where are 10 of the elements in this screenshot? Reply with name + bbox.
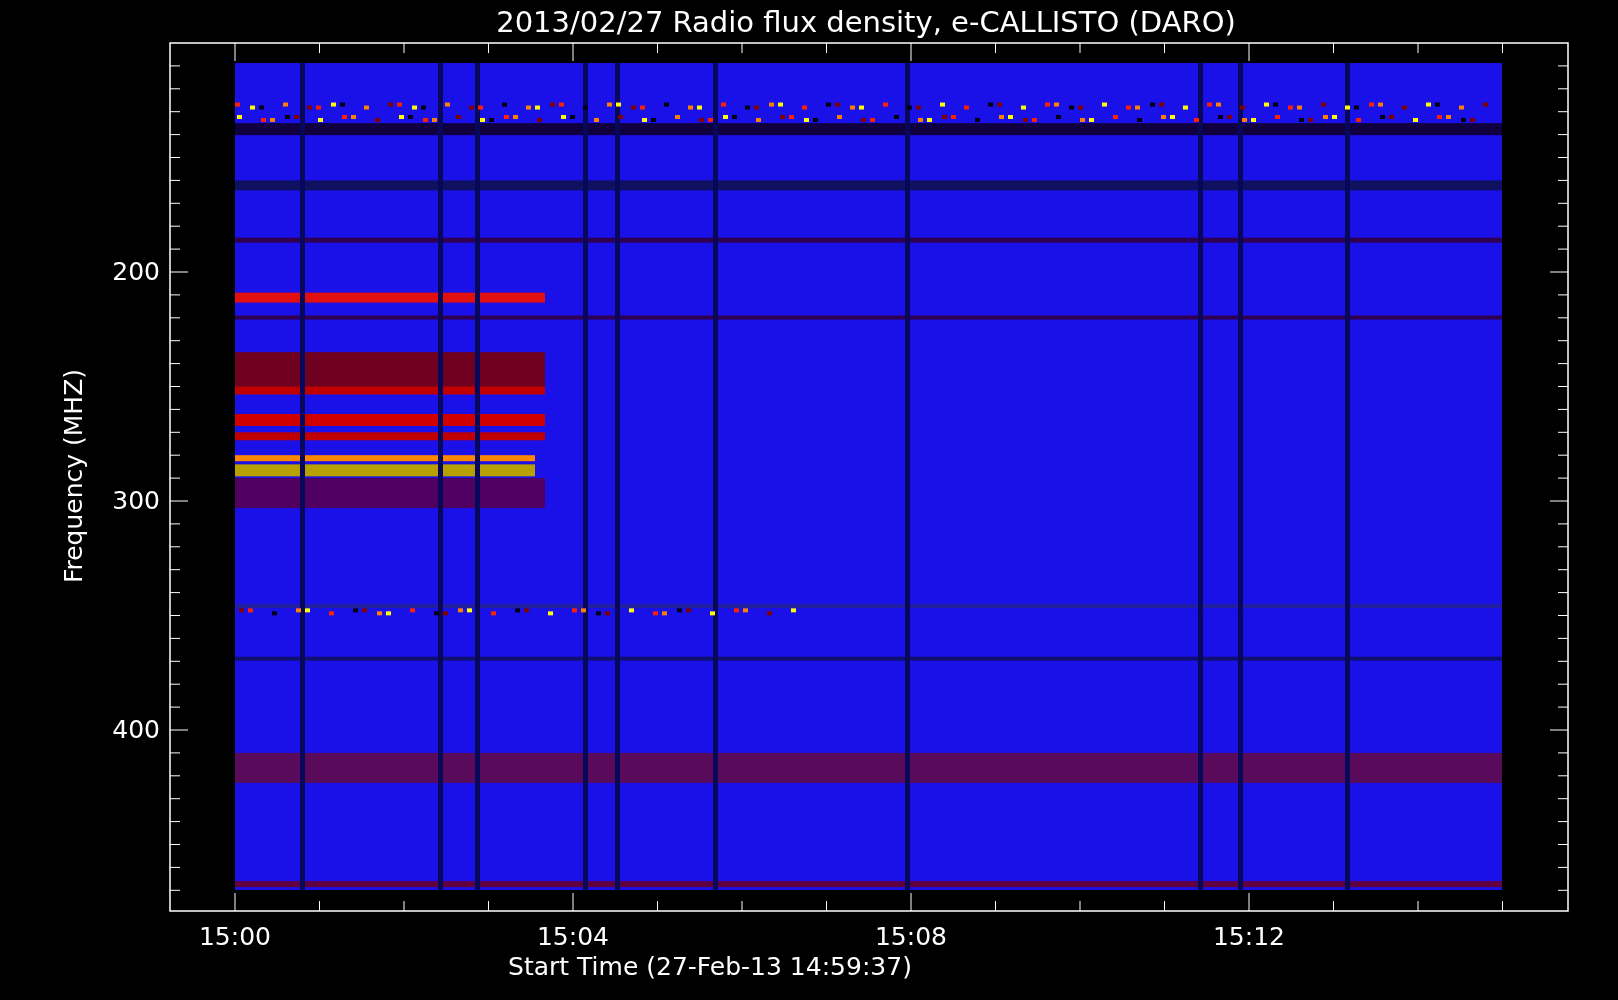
x-tick-label: 15:04: [537, 922, 609, 951]
x-tick-label: 15:12: [1213, 922, 1285, 951]
x-tick-label: 15:08: [875, 922, 947, 951]
y-tick-label: 300: [112, 486, 160, 515]
y-tick-label: 400: [112, 715, 160, 744]
y-axis-label: Frequency (MHZ): [59, 368, 88, 584]
x-tick-label: 15:00: [199, 922, 271, 951]
x-axis-label: Start Time (27-Feb-13 14:59:37): [508, 952, 912, 981]
plot-title: 2013/02/27 Radio flux density, e-CALLISTO (DARO): [496, 5, 1236, 39]
y-tick-label: 200: [112, 257, 160, 286]
